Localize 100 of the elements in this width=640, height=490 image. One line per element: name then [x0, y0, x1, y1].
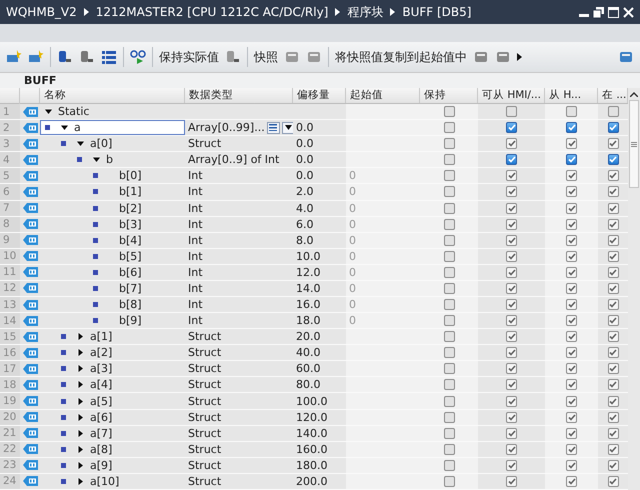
line-number: 13 — [0, 297, 20, 312]
collapsed-arrow-icon[interactable] — [77, 333, 84, 340]
member-square-icon — [61, 478, 66, 484]
line-number: 22 — [0, 442, 20, 457]
toolbar-button[interactable]: 将快照值复制到起始值中 — [335, 48, 467, 66]
offset-cell: 16.0 — [293, 297, 346, 312]
name-cell[interactable]: b[4] — [40, 232, 185, 248]
name-cell[interactable]: b — [40, 152, 185, 168]
list-button[interactable] — [266, 122, 280, 134]
more-arrow-icon[interactable] — [517, 53, 522, 61]
start-value-cell: 0 — [346, 297, 420, 312]
collapsed-arrow-icon[interactable] — [77, 478, 84, 485]
name-cell[interactable]: a[6] — [40, 410, 185, 425]
checkbox[interactable] — [566, 154, 577, 166]
tag-icon — [22, 154, 38, 165]
offset-cell: 120.0 — [293, 410, 346, 425]
name-cell[interactable]: a[9] — [40, 458, 185, 473]
checkbox[interactable] — [506, 154, 517, 166]
offset-cell: 0.0 — [293, 136, 346, 152]
name-cell[interactable]: b[8] — [40, 297, 185, 312]
name-cell[interactable]: b[2] — [40, 200, 185, 216]
name-cell[interactable]: a[10] — [40, 474, 185, 489]
expanded-arrow-icon[interactable] — [77, 140, 84, 148]
tag-icon — [22, 300, 38, 310]
column-header[interactable]: 起始值 — [346, 88, 420, 103]
name-cell[interactable]: a[8] — [40, 442, 185, 457]
toolbar-button[interactable]: 保持实际值 — [159, 48, 219, 66]
name-cell[interactable]: a[1] — [40, 329, 185, 344]
name-cell[interactable]: b[7] — [40, 280, 185, 296]
collapsed-arrow-icon[interactable] — [77, 398, 84, 404]
name-cell[interactable]: b[5] — [40, 248, 185, 264]
breadcrumb[interactable]: BUFF [DB5] — [402, 5, 472, 19]
collapsed-arrow-icon[interactable] — [77, 365, 84, 372]
name-cell[interactable]: b[1] — [40, 184, 185, 200]
dropdown-button[interactable] — [282, 122, 295, 134]
add-row-icon[interactable] — [28, 49, 44, 65]
collapsed-arrow-icon[interactable] — [77, 414, 84, 421]
line-number: 14 — [0, 313, 20, 328]
data-type-cell: Struct — [185, 426, 293, 441]
toolbar-button[interactable]: 快照 — [254, 48, 278, 66]
breadcrumb[interactable]: WQHMB_V2 — [6, 5, 77, 19]
collapsed-arrow-icon[interactable] — [77, 430, 84, 437]
name-cell[interactable]: a[7] — [40, 426, 185, 441]
name-cell[interactable]: b[0] — [40, 168, 185, 184]
column-header[interactable]: 可从 HMI/... — [478, 88, 545, 103]
expanded-arrow-icon[interactable] — [45, 108, 52, 116]
name-cell[interactable]: b[9] — [40, 313, 185, 328]
name-cell[interactable]: b[3] — [40, 216, 185, 232]
scroll-thumb[interactable] — [629, 100, 639, 188]
restore-icon[interactable] — [593, 6, 604, 18]
offset-cell: 180.0 — [293, 458, 346, 473]
name-cell[interactable]: a[5] — [40, 393, 185, 409]
line-number: 6 — [0, 184, 20, 200]
tag-icon — [22, 170, 38, 181]
list-icon[interactable] — [101, 49, 117, 65]
offset-cell: 14.0 — [293, 280, 346, 296]
name-cell[interactable]: b[6] — [40, 264, 185, 280]
tag-icon — [22, 396, 38, 406]
collapsed-arrow-icon[interactable] — [77, 446, 84, 453]
name-field[interactable]: a — [40, 120, 185, 136]
collapsed-arrow-icon[interactable] — [77, 349, 84, 356]
expanded-arrow-icon[interactable] — [61, 124, 68, 132]
block-title: BUFF — [0, 73, 640, 88]
column-header[interactable]: 偏移量 — [293, 88, 346, 103]
column-header[interactable]: 从 H... — [545, 88, 598, 103]
name-cell[interactable]: a[0] — [40, 136, 185, 152]
maximize-icon[interactable] — [608, 6, 619, 18]
checkbox[interactable] — [608, 154, 618, 166]
offset-cell: 10.0 — [293, 248, 346, 264]
breadcrumb[interactable]: 程序块 — [347, 4, 384, 20]
line-number: 19 — [0, 393, 20, 409]
glasses-icon[interactable] — [130, 49, 146, 65]
tag-icon — [22, 235, 38, 246]
name-cell[interactable]: a[3] — [40, 361, 185, 376]
column-header[interactable]: 数据类型 — [185, 88, 293, 103]
collapsed-arrow-icon[interactable] — [77, 381, 84, 388]
column-header[interactable]: 保持 — [420, 88, 478, 103]
checkbox[interactable] — [566, 122, 577, 134]
offset-cell: 100.0 — [293, 393, 346, 409]
close-icon[interactable] — [623, 6, 634, 18]
name-cell[interactable]: a[2] — [40, 345, 185, 360]
checkbox[interactable] — [608, 122, 618, 134]
breadcrumb[interactable]: 1212MASTER2 [CPU 1212C AC/DC/Rly] — [96, 5, 328, 19]
insert-row-icon[interactable] — [6, 49, 22, 65]
member-square-icon — [61, 446, 66, 452]
name-cell[interactable]: a[4] — [40, 377, 185, 392]
scroll-up-icon[interactable] — [630, 92, 638, 97]
scrollbar[interactable] — [628, 88, 640, 490]
data-type-cell: Struct — [185, 410, 293, 425]
member-square-icon — [93, 286, 98, 291]
tag-icon — [22, 380, 38, 390]
panel-icon[interactable] — [618, 49, 634, 65]
member-square-icon — [93, 302, 98, 308]
collapsed-arrow-icon[interactable] — [77, 462, 84, 469]
tag-icon — [22, 364, 38, 374]
checkbox[interactable] — [506, 122, 517, 134]
grip-icon — [631, 142, 637, 146]
column-header[interactable]: 名称 — [40, 88, 185, 103]
expanded-arrow-icon[interactable] — [93, 156, 100, 164]
name-cell[interactable]: Static — [40, 104, 185, 120]
